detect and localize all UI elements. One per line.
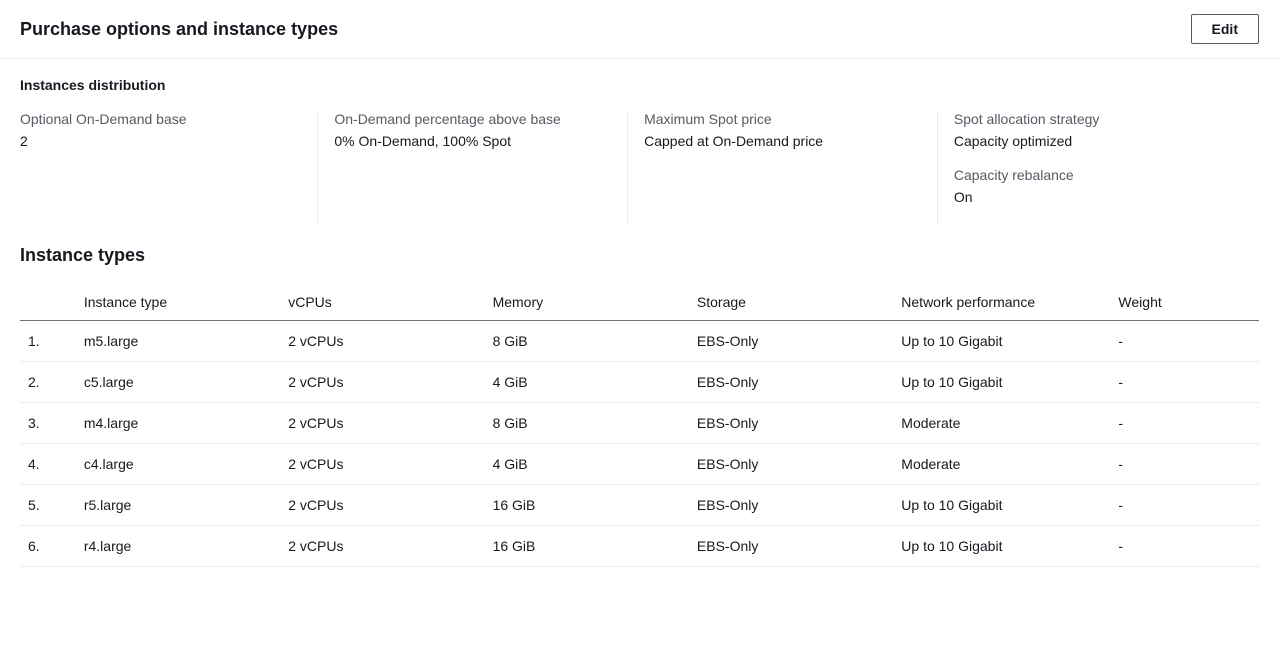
td-storage: EBS-Only (697, 403, 901, 444)
td-memory: 4 GiB (493, 444, 697, 485)
td-vcpus: 2 vCPUs (288, 403, 492, 444)
dist-col-spot-strategy: Spot allocation strategy Capacity optimi… (937, 111, 1259, 225)
td-instance-type: c4.large (84, 444, 288, 485)
td-vcpus: 2 vCPUs (288, 526, 492, 567)
label-spot-strategy: Spot allocation strategy (954, 111, 1239, 127)
td-memory: 4 GiB (493, 362, 697, 403)
panel-content: Instances distribution Optional On-Deman… (0, 59, 1279, 585)
table-row: 1.m5.large2 vCPUs8 GiBEBS-OnlyUp to 10 G… (20, 321, 1259, 362)
td-network: Up to 10 Gigabit (901, 526, 1118, 567)
panel-header: Purchase options and instance types Edit (0, 0, 1279, 59)
table-row: 3.m4.large2 vCPUs8 GiBEBS-OnlyModerate- (20, 403, 1259, 444)
td-weight: - (1118, 485, 1259, 526)
th-index (20, 284, 84, 321)
label-capacity-rebalance: Capacity rebalance (954, 167, 1239, 183)
td-vcpus: 2 vCPUs (288, 485, 492, 526)
td-weight: - (1118, 403, 1259, 444)
table-header-row: Instance type vCPUs Memory Storage Netwo… (20, 284, 1259, 321)
td-storage: EBS-Only (697, 485, 901, 526)
td-weight: - (1118, 362, 1259, 403)
th-memory: Memory (493, 284, 697, 321)
instance-types-title: Instance types (20, 245, 1259, 266)
instance-types-table: Instance type vCPUs Memory Storage Netwo… (20, 284, 1259, 567)
td-weight: - (1118, 526, 1259, 567)
dist-col-on-demand-percentage: On-Demand percentage above base 0% On-De… (317, 111, 627, 225)
td-index: 3. (20, 403, 84, 444)
td-network: Moderate (901, 403, 1118, 444)
td-weight: - (1118, 444, 1259, 485)
table-row: 6.r4.large2 vCPUs16 GiBEBS-OnlyUp to 10 … (20, 526, 1259, 567)
td-vcpus: 2 vCPUs (288, 321, 492, 362)
td-network: Up to 10 Gigabit (901, 362, 1118, 403)
td-index: 6. (20, 526, 84, 567)
table-row: 4.c4.large2 vCPUs4 GiBEBS-OnlyModerate- (20, 444, 1259, 485)
td-instance-type: m5.large (84, 321, 288, 362)
td-storage: EBS-Only (697, 362, 901, 403)
td-instance-type: r5.large (84, 485, 288, 526)
td-memory: 8 GiB (493, 403, 697, 444)
th-instance-type: Instance type (84, 284, 288, 321)
distribution-grid: Optional On-Demand base 2 On-Demand perc… (20, 111, 1259, 225)
value-max-spot-price: Capped at On-Demand price (644, 133, 917, 149)
label-on-demand-base: Optional On-Demand base (20, 111, 297, 127)
td-memory: 8 GiB (493, 321, 697, 362)
label-max-spot-price: Maximum Spot price (644, 111, 917, 127)
td-weight: - (1118, 321, 1259, 362)
td-network: Up to 10 Gigabit (901, 485, 1118, 526)
td-memory: 16 GiB (493, 526, 697, 567)
th-vcpus: vCPUs (288, 284, 492, 321)
td-storage: EBS-Only (697, 321, 901, 362)
dist-col-max-spot-price: Maximum Spot price Capped at On-Demand p… (627, 111, 937, 225)
td-index: 5. (20, 485, 84, 526)
td-instance-type: r4.large (84, 526, 288, 567)
dist-col-on-demand-base: Optional On-Demand base 2 (20, 111, 317, 225)
td-storage: EBS-Only (697, 444, 901, 485)
value-capacity-rebalance: On (954, 189, 1239, 205)
td-instance-type: m4.large (84, 403, 288, 444)
td-index: 1. (20, 321, 84, 362)
label-on-demand-percentage: On-Demand percentage above base (334, 111, 607, 127)
instances-distribution-title: Instances distribution (20, 77, 1259, 93)
td-network: Moderate (901, 444, 1118, 485)
table-row: 2.c5.large2 vCPUs4 GiBEBS-OnlyUp to 10 G… (20, 362, 1259, 403)
value-spot-strategy: Capacity optimized (954, 133, 1239, 149)
td-index: 2. (20, 362, 84, 403)
td-instance-type: c5.large (84, 362, 288, 403)
value-on-demand-percentage: 0% On-Demand, 100% Spot (334, 133, 607, 149)
td-memory: 16 GiB (493, 485, 697, 526)
table-row: 5.r5.large2 vCPUs16 GiBEBS-OnlyUp to 10 … (20, 485, 1259, 526)
td-storage: EBS-Only (697, 526, 901, 567)
td-index: 4. (20, 444, 84, 485)
td-vcpus: 2 vCPUs (288, 362, 492, 403)
th-storage: Storage (697, 284, 901, 321)
td-vcpus: 2 vCPUs (288, 444, 492, 485)
page-title: Purchase options and instance types (20, 19, 338, 40)
value-on-demand-base: 2 (20, 133, 297, 149)
td-network: Up to 10 Gigabit (901, 321, 1118, 362)
edit-button[interactable]: Edit (1191, 14, 1259, 44)
th-network: Network performance (901, 284, 1118, 321)
th-weight: Weight (1118, 284, 1259, 321)
